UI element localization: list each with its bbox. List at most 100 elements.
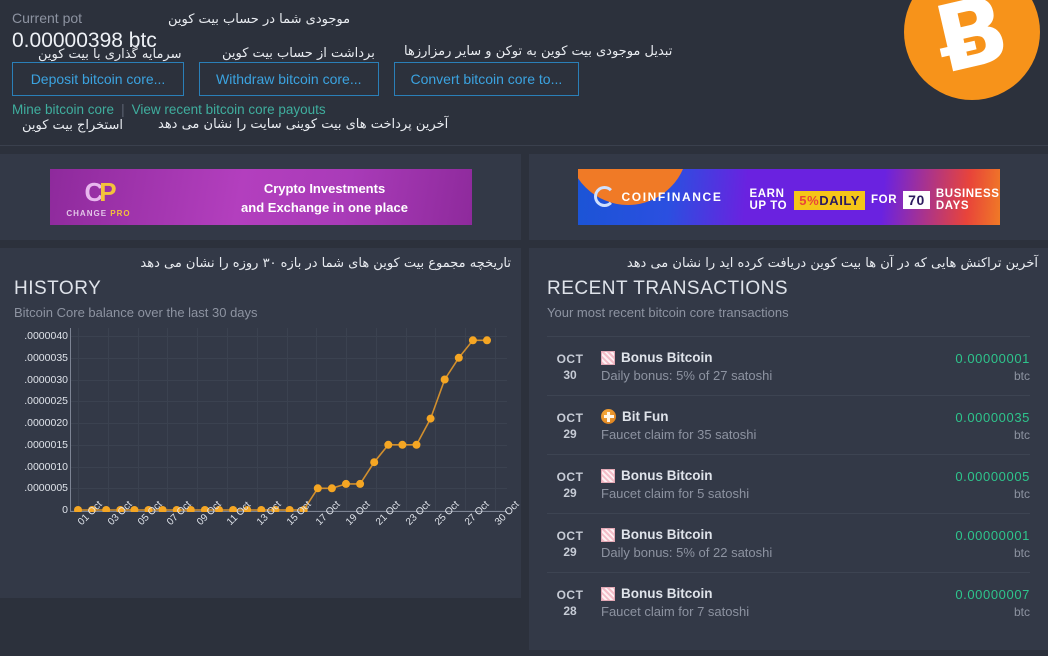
transaction-month: OCT: [556, 410, 584, 425]
coinfinance-ad-banner[interactable]: COINFINANCE EARN UP TO 5%DAILY FOR 70 BU…: [577, 169, 1000, 225]
chart-y-tick-label: 0: [62, 504, 68, 516]
transaction-amount: 0.00000001 btc: [955, 351, 1030, 383]
changepro-name-first: CHANGE: [66, 209, 108, 218]
transaction-source-name: Bonus Bitcoin: [621, 350, 713, 365]
transaction-source-name: Bonus Bitcoin: [621, 527, 713, 542]
transaction-month: OCT: [556, 351, 584, 366]
transactions-subtitle: Your most recent bitcoin core transactio…: [547, 305, 789, 320]
transaction-details: Bonus Bitcoin Daily bonus: 5% of 22 satos…: [593, 527, 955, 560]
transaction-source: Bonus Bitcoin: [601, 350, 955, 365]
content-row: تاریخچه مجموع بیت کوین های شما در بازه ۳…: [0, 248, 1048, 650]
transaction-row[interactable]: OCT 29 Bonus Bitcoin Daily bonus: 5% of 22 …: [547, 513, 1030, 572]
coinfinance-ad-text: EARN UP TO 5%DAILY FOR 70 BUSINESS DAYS: [750, 188, 1000, 212]
changepro-name: CHANGE PRO: [64, 209, 134, 218]
chart-y-tick-label: .0000035: [24, 351, 68, 364]
chart-y-tick-label: .0000040: [24, 330, 68, 342]
coinfinance-rate: 5%DAILY: [794, 190, 866, 210]
chart-data-point[interactable]: [426, 414, 435, 423]
transaction-amount: 0.00000001 btc: [955, 528, 1030, 560]
chart-plot-area: [70, 328, 507, 512]
transaction-description: Faucet claim for 35 satoshi: [601, 427, 757, 442]
transaction-amount-unit: btc: [1013, 368, 1030, 383]
bonus-bitcoin-icon: [601, 586, 615, 601]
annotation-convert-fa: تبدیل موجودی بیت کوین به توکن و سایر رمز…: [404, 44, 673, 59]
changepro-name-second: PRO: [110, 209, 131, 218]
ad-panel-right: COINFINANCE EARN UP TO 5%DAILY FOR 70 BU…: [529, 154, 1048, 240]
chart-svg: [70, 328, 507, 512]
transaction-details: Bit Fun Faucet claim for 35 satoshi: [593, 409, 955, 442]
transaction-month: OCT: [556, 528, 584, 543]
transaction-amount: 0.00000035 btc: [955, 410, 1030, 442]
transaction-source-name: Bonus Bitcoin: [621, 586, 713, 601]
chart-data-point[interactable]: [398, 440, 407, 449]
transaction-amount-unit: btc: [1013, 545, 1030, 560]
chart-data-point[interactable]: [342, 479, 350, 488]
account-actions: Deposit bitcoin core... Withdraw bitcoin…: [12, 62, 580, 96]
chart-x-axis: 01 Oct 03 Oct 05 Oct 07 Oct 09 Oct 11 Oct 13 O…: [70, 499, 522, 568]
transaction-description: Faucet claim for 7 satoshi: [601, 604, 750, 619]
transaction-source-name: Bonus Bitcoin: [621, 468, 713, 483]
transaction-amount-value: 0.00000001: [955, 350, 1030, 366]
chart-data-point[interactable]: [384, 440, 393, 449]
transaction-row[interactable]: OCT 30 Bonus Bitcoin Daily bonus: 5% of 27 …: [547, 336, 1030, 395]
coinfinance-days: 70: [903, 191, 930, 209]
chart-data-point[interactable]: [74, 506, 82, 512]
chart-y-tick-label: .0000010: [24, 460, 68, 473]
chart-series-line: [78, 339, 487, 511]
chart-y-tick-label: .0000020: [24, 417, 68, 429]
convert-button[interactable]: Convert bitcoin core to...: [393, 62, 580, 96]
chart-data-point[interactable]: [327, 484, 336, 493]
transaction-day: 29: [563, 544, 577, 559]
transaction-day: 28: [563, 603, 577, 618]
coinfinance-post: BUSINESS DAYS: [935, 188, 1000, 212]
chart-y-tick-label: .0000030: [24, 373, 68, 386]
transaction-amount-value: 0.00000035: [955, 409, 1030, 425]
chart-data-point[interactable]: [468, 336, 477, 345]
transaction-source-name: Bit Fun: [622, 409, 669, 424]
transaction-amount-value: 0.00000007: [955, 586, 1030, 602]
transaction-source: Bonus Bitcoin: [601, 527, 955, 542]
chart-y-tick-label: .0000005: [24, 482, 68, 495]
chart-data-point[interactable]: [440, 375, 449, 384]
transactions-panel: آخرین تراکنش هایی که در آن ها بیت کوین د…: [529, 248, 1048, 650]
transaction-month: OCT: [556, 587, 584, 602]
transaction-amount: 0.00000005 btc: [955, 469, 1030, 501]
chart-data-point[interactable]: [313, 484, 322, 493]
chart-data-point[interactable]: [412, 440, 421, 449]
coinfinance-mid: FOR: [871, 194, 898, 206]
transaction-description: Faucet claim for 5 satoshi: [601, 486, 750, 501]
transaction-amount-value: 0.00000005: [955, 468, 1030, 484]
account-header: Ƀ Current pot 0.00000398 btc موجودی شما …: [0, 0, 1048, 146]
withdraw-button[interactable]: Withdraw bitcoin core...: [199, 62, 379, 96]
annotation-history-fa: تاریخچه مجموع بیت کوین های شما در بازه ۳…: [140, 256, 511, 271]
transaction-date: OCT 29: [547, 529, 593, 559]
transactions-title: RECENT TRANSACTIONS: [547, 278, 789, 299]
transaction-amount-unit: btc: [1013, 427, 1030, 442]
transaction-date: OCT 29: [547, 470, 593, 500]
chart-data-point[interactable]: [454, 353, 463, 362]
bonus-bitcoin-icon: [601, 350, 615, 365]
changepro-ad-banner[interactable]: CP CHANGE PRO Crypto Investments and Exc…: [49, 169, 472, 225]
chart-data-point[interactable]: [370, 458, 379, 467]
chart-data-point[interactable]: [356, 479, 365, 488]
transaction-row[interactable]: OCT 29 Bit Fun Faucet claim for 35 satoshi 0…: [547, 395, 1030, 454]
view-recent-payouts-link[interactable]: View recent bitcoin core payouts: [132, 102, 326, 117]
bonus-bitcoin-icon: [601, 527, 615, 542]
bitcoin-logo-icon: Ƀ: [904, 0, 1040, 100]
mine-bitcoin-core-link[interactable]: Mine bitcoin core: [12, 102, 114, 117]
transactions-list: OCT 30 Bonus Bitcoin Daily bonus: 5% of 27 …: [547, 336, 1030, 631]
chart-y-tick-label: .0000025: [24, 395, 68, 408]
transaction-row[interactable]: OCT 29 Bonus Bitcoin Faucet claim for 5 sat…: [547, 454, 1030, 513]
deposit-button[interactable]: Deposit bitcoin core...: [12, 62, 184, 96]
transaction-source: Bit Fun: [601, 409, 955, 424]
transaction-row[interactable]: OCT 28 Bonus Bitcoin Faucet claim for 7 sat…: [547, 572, 1030, 631]
transaction-description: Daily bonus: 5% of 27 satoshi: [601, 368, 773, 383]
history-panel: تاریخچه مجموع بیت کوین های شما در بازه ۳…: [0, 248, 522, 598]
balance-history-chart: .0000040 .0000035 .0000030 .0000025 .0000020…: [0, 326, 522, 528]
header-divider: [0, 145, 1048, 146]
transaction-date: OCT 28: [547, 588, 593, 618]
changepro-mark: CP: [84, 177, 116, 207]
annotation-withdraw-fa: برداشت از حساب بیت کوین: [222, 46, 375, 61]
chart-data-point[interactable]: [483, 336, 491, 345]
app-root: Ƀ Current pot 0.00000398 btc موجودی شما …: [0, 0, 1048, 656]
